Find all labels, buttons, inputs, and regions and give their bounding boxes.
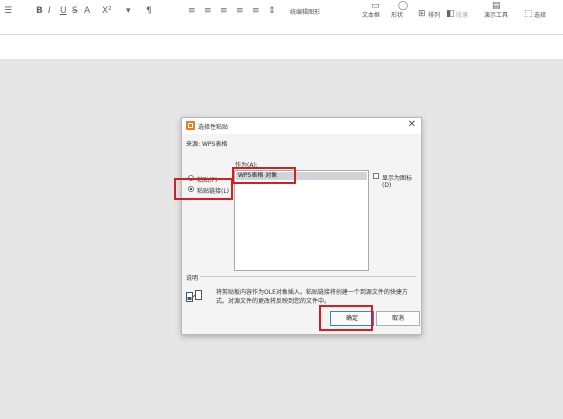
convert-graphic-label[interactable]: 统编辑图形	[290, 9, 320, 17]
highlight-ok-button	[319, 305, 373, 331]
highlight-list-item	[232, 167, 296, 184]
underline-icon[interactable]: U	[60, 6, 67, 16]
paste-as-list[interactable]: WPS表格 对象	[234, 170, 369, 271]
font-color-icon[interactable]: X²	[102, 6, 112, 16]
paste-link-result-icon	[186, 290, 202, 302]
close-icon[interactable]: ✕	[408, 119, 416, 131]
superscript-icon[interactable]: A	[84, 6, 90, 16]
bullet-list-icon[interactable]: ☰	[4, 6, 12, 16]
dialog-title-bar[interactable]: 选择性粘贴 ✕	[182, 118, 421, 134]
paste-special-dialog: 选择性粘贴 ✕ 来源: WPS表格 作为(A): 粘贴(P) 粘贴链接(L) W…	[181, 117, 422, 335]
align-right-icon[interactable]: ≡	[220, 6, 228, 16]
paragraph-label[interactable]: 段落	[456, 12, 468, 20]
align-left-icon[interactable]: ≡	[188, 6, 196, 16]
line-spacing-icon[interactable]: ⇕	[268, 6, 276, 16]
strikethrough-icon[interactable]: S̶	[72, 6, 78, 16]
shadow-icon[interactable]: ▾	[126, 6, 131, 16]
display-as-icon-checkbox[interactable]	[373, 173, 379, 179]
source-value: WPS表格	[201, 141, 228, 148]
select-icon[interactable]: ⬚	[524, 9, 533, 19]
result-divider	[200, 276, 416, 277]
distribute-icon[interactable]: ≡	[252, 6, 260, 16]
result-description: 将剪贴板内容作为OLE对象插入。粘贴链接将创建一个到源文件的快捷方式。对源文件的…	[216, 289, 408, 305]
outline-icon[interactable]: ◧	[446, 9, 455, 19]
ribbon-toolbar: ☰ B I U S̶ A X² ▾ ¶ ≡ ≡ ≡ ≡ ≡ ⇕ 统编辑图形 ▭ …	[0, 0, 563, 35]
justify-icon[interactable]: ≡	[236, 6, 244, 16]
highlight-paste-link	[174, 178, 233, 200]
cancel-button[interactable]: 取消	[376, 311, 420, 326]
textbox-icon[interactable]: ▭	[371, 1, 380, 11]
source-info: 来源: WPS表格	[186, 139, 227, 148]
source-label: 来源:	[186, 141, 201, 148]
wps-app-icon	[186, 121, 195, 130]
bold-icon[interactable]: B	[36, 6, 43, 16]
italic-icon[interactable]: I	[48, 6, 51, 16]
text-effect-icon[interactable]: ¶	[146, 6, 152, 16]
arrange-icon[interactable]: ⊞	[418, 9, 426, 19]
dialog-title: 选择性粘贴	[198, 124, 229, 131]
select-label[interactable]: 选择	[534, 12, 546, 20]
ruler-area	[0, 35, 563, 59]
align-center-icon[interactable]: ≡	[204, 6, 212, 16]
presentation-tools-label[interactable]: 演示工具	[484, 12, 508, 20]
shape-icon[interactable]: ◯	[398, 1, 408, 11]
shape-label[interactable]: 形状	[391, 12, 403, 20]
arrange-label[interactable]: 排列	[428, 12, 440, 20]
presentation-tools-icon[interactable]: ▤	[492, 1, 501, 11]
result-label: 说明	[186, 275, 199, 282]
textbox-label[interactable]: 文本框	[362, 12, 380, 20]
display-as-icon-label[interactable]: 显示为图标(D)	[382, 173, 421, 189]
